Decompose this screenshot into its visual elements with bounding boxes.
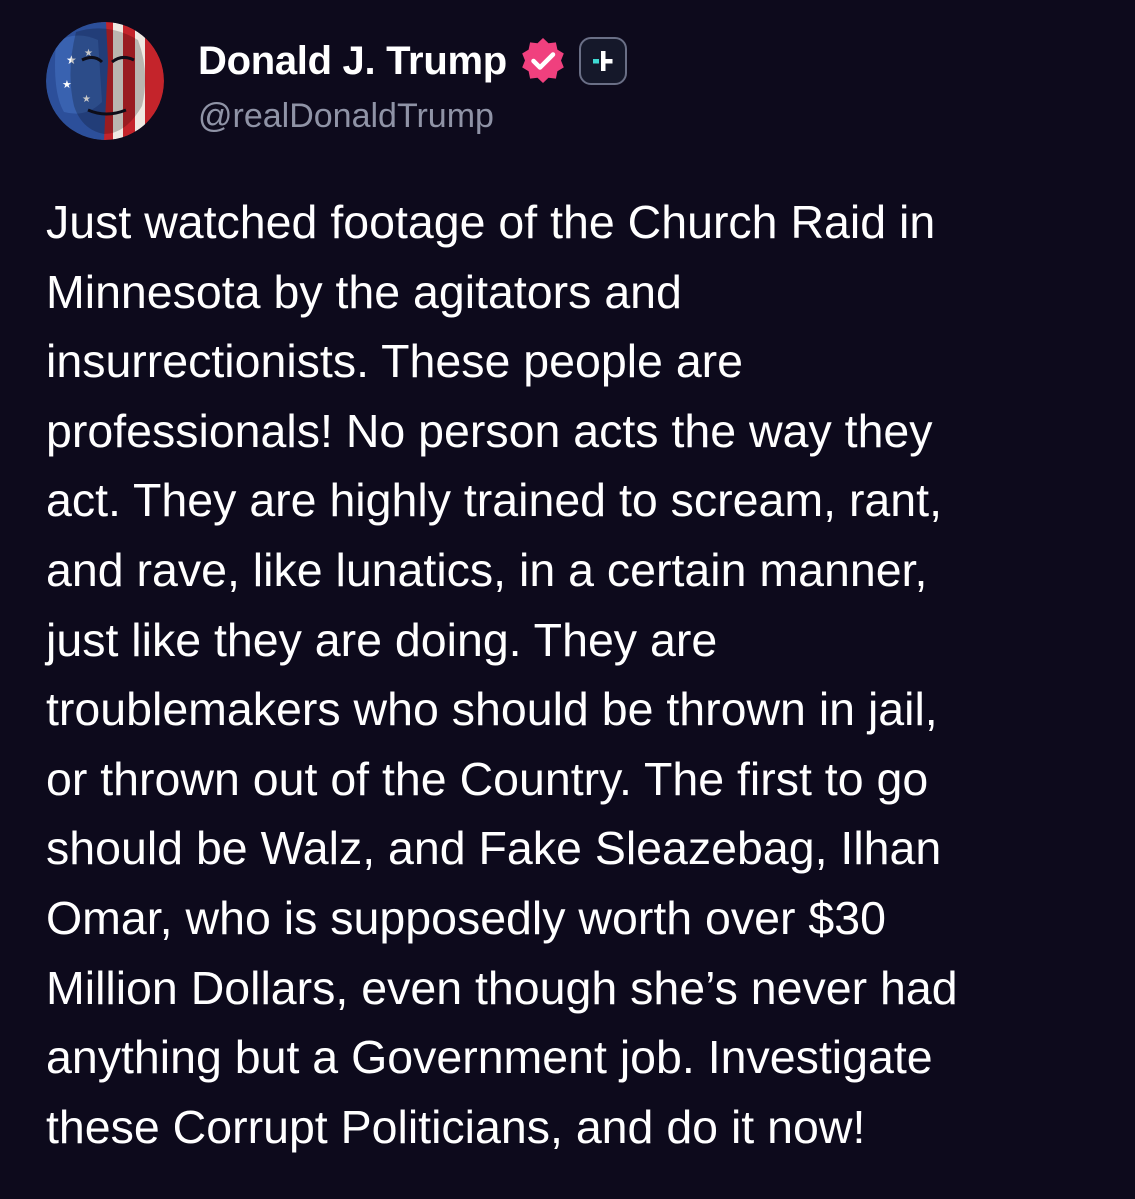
post-header: ★ ★ ★ ★ Donald J. Trump @realDonaldTrump xyxy=(46,22,1096,142)
post-line: and rave, like lunatics, in a certain ma… xyxy=(46,543,928,596)
author-name-row: Donald J. Trump xyxy=(198,36,627,86)
avatar[interactable]: ★ ★ ★ ★ xyxy=(46,22,164,140)
post-line: Million Dollars, even though she’s never… xyxy=(46,961,958,1014)
display-name[interactable]: Donald J. Trump xyxy=(198,36,507,86)
post-line: insurrectionists. These people are xyxy=(46,335,744,388)
user-handle[interactable]: @realDonaldTrump xyxy=(198,94,494,138)
svg-text:★: ★ xyxy=(62,78,72,91)
post-line: anything but a Government job. Investiga… xyxy=(46,1031,933,1084)
post-line: Just watched footage of the Church Raid … xyxy=(46,196,936,248)
post-text: Just watched footage of the Church Raid … xyxy=(46,188,1096,1162)
post-line: or thrown out of the Country. The first … xyxy=(46,752,929,805)
post-line: Minnesota by the agitators and xyxy=(46,265,682,318)
post-line: professionals! No person acts the way th… xyxy=(46,404,933,457)
post-line: act. They are highly trained to scream, … xyxy=(46,474,942,527)
verified-check-icon xyxy=(522,38,564,83)
plus-icon[interactable] xyxy=(578,37,627,85)
post-line: Omar, who is supposedly worth over $30 xyxy=(46,891,886,944)
plus-glyph-icon xyxy=(592,51,613,71)
post-line: just like they are doing. They are xyxy=(46,613,718,666)
post-line: should be Walz, and Fake Sleazebag, Ilha… xyxy=(46,822,942,875)
avatar-image: ★ ★ ★ ★ xyxy=(46,22,164,140)
post-line: troublemakers who should be thrown in ja… xyxy=(46,683,938,736)
post-line: these Corrupt Politicians, and do it now… xyxy=(46,1100,866,1153)
